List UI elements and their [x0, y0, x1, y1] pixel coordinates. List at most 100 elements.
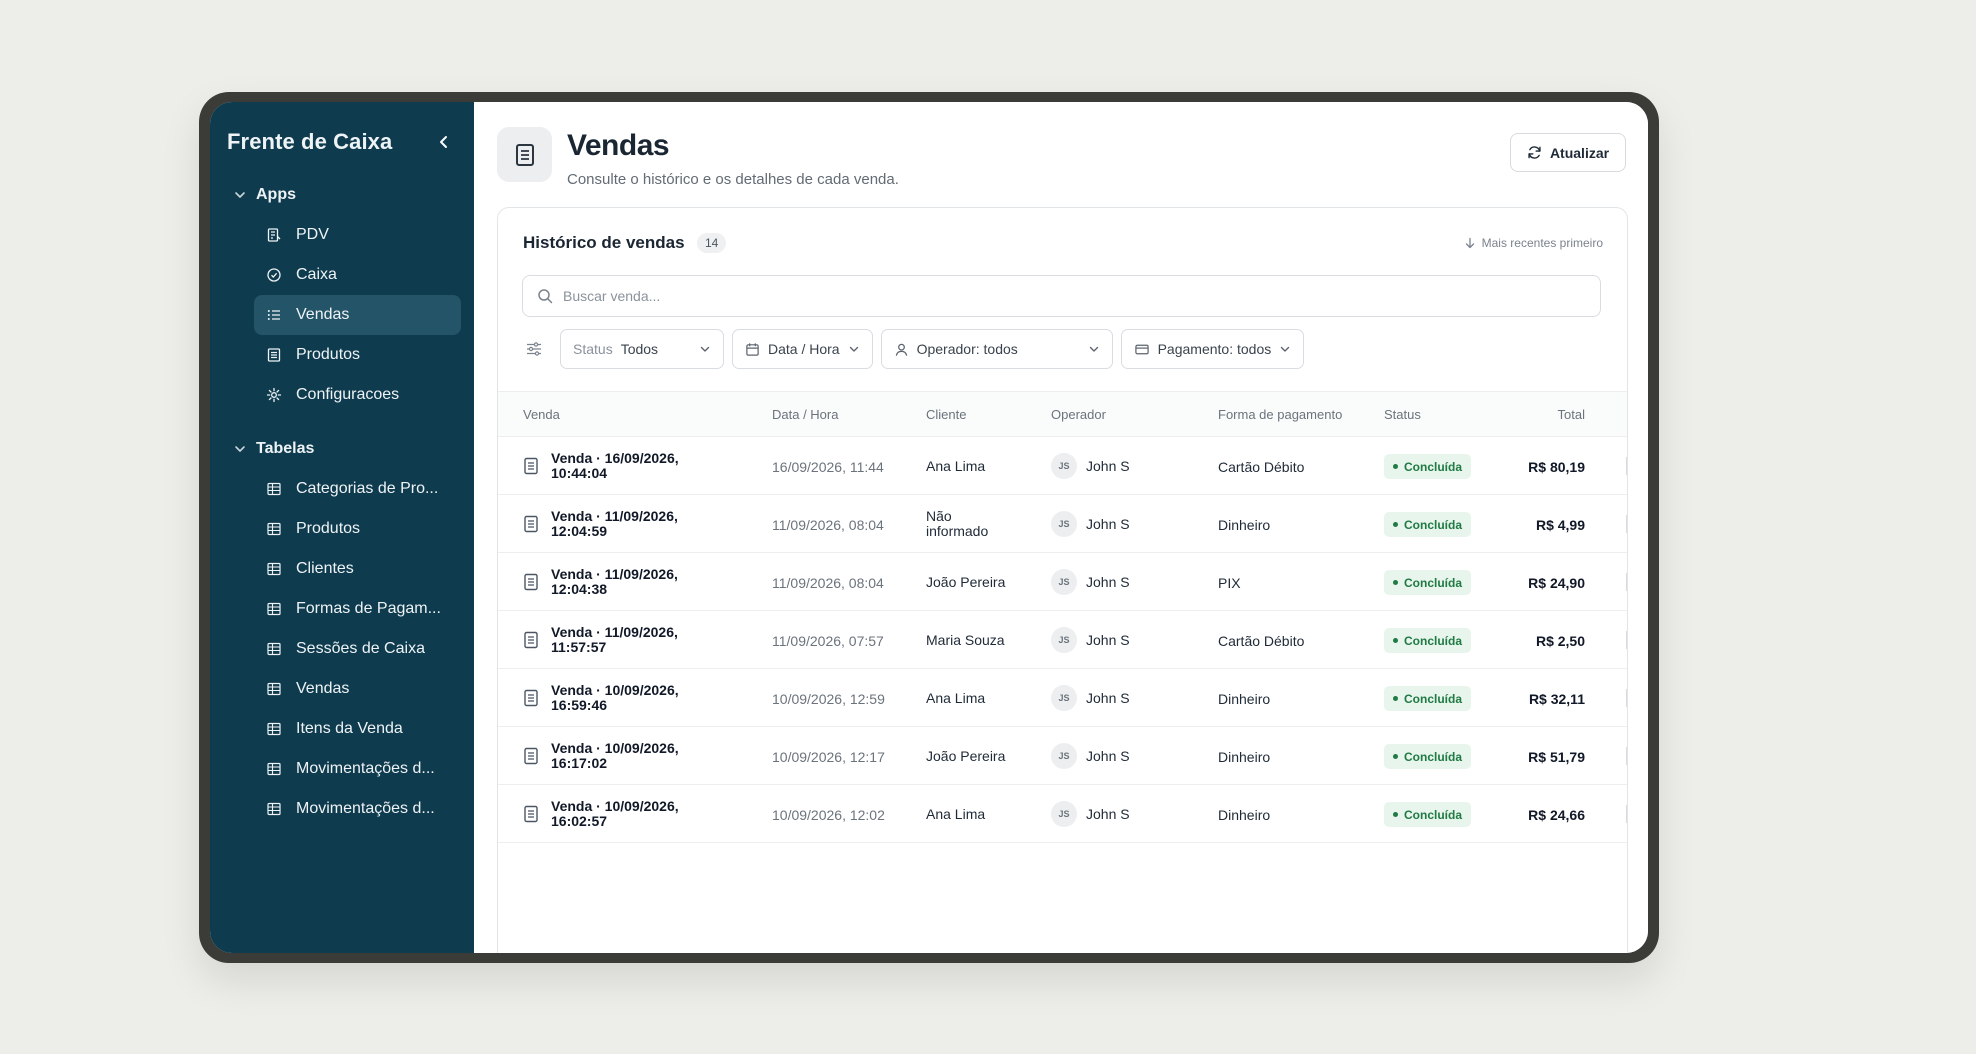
- avatar: JS: [1051, 685, 1077, 711]
- sale-operator: JS John S: [1051, 623, 1130, 657]
- table-row[interactable]: Venda · 10/09/2026, 16:02:57 10/09/2026, …: [498, 785, 1627, 843]
- status-dot: [1393, 464, 1398, 469]
- table-icon: [266, 721, 282, 737]
- date-filter-button[interactable]: Data / Hora: [732, 329, 873, 369]
- sidebar-item-label: Configuracoes: [296, 386, 400, 403]
- sidebar-item-vendas[interactable]: Vendas: [254, 295, 461, 335]
- sale-customer: Ana Lima: [926, 690, 986, 706]
- table-row[interactable]: Venda · 16/09/2026, 10:44:04 16/09/2026, …: [498, 437, 1627, 495]
- sidebar-item-pdv[interactable]: PDV: [254, 215, 461, 255]
- operator-filter-button[interactable]: Operador: todos: [880, 329, 1113, 369]
- sidebar-item-label: Clientes: [296, 560, 354, 577]
- col-total[interactable]: Total: [1558, 407, 1585, 422]
- operator-name: John S: [1086, 516, 1130, 532]
- chevron-down-icon: [235, 192, 245, 198]
- avatar: JS: [1051, 801, 1077, 827]
- sidebar-item-tabela-movimentacoes-2[interactable]: Movimentações d...: [254, 789, 461, 829]
- sale-id: Venda · 10/09/2026, 16:02:57: [551, 798, 679, 829]
- sale-total: R$ 4,99: [1535, 517, 1585, 533]
- col-status[interactable]: Status: [1384, 407, 1421, 422]
- sale-datetime: 11/09/2026, 08:04: [772, 575, 884, 591]
- sidebar-item-label: Produtos: [296, 346, 361, 363]
- table-row[interactable]: Venda · 10/09/2026, 16:59:46 10/09/2026, …: [498, 669, 1627, 727]
- sale-operator: JS John S: [1051, 449, 1130, 483]
- sale-total: R$ 80,19: [1528, 459, 1585, 475]
- table-row[interactable]: Venda · 11/09/2026, 12:04:59 11/09/2026, …: [498, 495, 1627, 553]
- sidebar-item-configuracoes[interactable]: Configuracoes: [254, 375, 461, 415]
- table-icon: [266, 481, 282, 497]
- page-subtitle: Consulte o histórico e os detalhes de ca…: [567, 171, 899, 188]
- search-box[interactable]: [522, 275, 1601, 317]
- status-badge: Concluída: [1384, 570, 1472, 595]
- sale-datetime: 11/09/2026, 07:57: [772, 633, 884, 649]
- col-operador[interactable]: Operador: [1051, 407, 1106, 422]
- table-row[interactable]: Venda · 11/09/2026, 12:04:38 11/09/2026, …: [498, 553, 1627, 611]
- col-venda[interactable]: Venda: [523, 407, 560, 422]
- section-apps-label: Apps: [256, 186, 296, 203]
- status-dot: [1393, 580, 1398, 585]
- sidebar-item-label: Movimentações d...: [296, 760, 435, 777]
- sidebar-item-tabela-sessoes-caixa[interactable]: Sessões de Caixa: [254, 629, 461, 669]
- status-filter-label: Status: [573, 341, 613, 357]
- calendar-icon: [746, 342, 759, 356]
- sale-operator: JS John S: [1051, 797, 1130, 831]
- operator-name: John S: [1086, 806, 1130, 822]
- sidebar-item-produtos[interactable]: Produtos: [254, 335, 461, 375]
- status-text: Concluída: [1404, 459, 1463, 474]
- table-row[interactable]: Venda · 11/09/2026, 11:57:57 11/09/2026, …: [498, 611, 1627, 669]
- table-icon: [266, 641, 282, 657]
- refresh-button[interactable]: Atualizar: [1510, 133, 1626, 172]
- section-tabelas-label: Tabelas: [256, 440, 315, 457]
- filters-toggle-button[interactable]: [522, 337, 546, 361]
- search-icon: [538, 289, 553, 304]
- sidebar-item-tabela-vendas[interactable]: Vendas: [254, 669, 461, 709]
- status-text: Concluída: [1404, 807, 1463, 822]
- sale-operator: JS John S: [1051, 565, 1130, 599]
- sale-payment-method: Dinheiro: [1218, 807, 1271, 823]
- table-row[interactable]: Venda · 10/09/2026, 16:17:02 10/09/2026, …: [498, 727, 1627, 785]
- tabelas-list: Categorias de Pro... Produtos Clientes Form…: [210, 469, 474, 829]
- collapse-sidebar-button[interactable]: [432, 130, 456, 154]
- col-data-hora[interactable]: Data / Hora: [772, 407, 838, 422]
- arrow-down-icon: [1465, 237, 1474, 249]
- operator-filter-label: Operador: todos: [916, 341, 1018, 357]
- status-filter-select[interactable]: Status Todos: [560, 329, 724, 369]
- sort-toggle[interactable]: Mais recentes primeiro: [1464, 236, 1603, 250]
- sidebar: Frente de Caixa Apps PDV Caixa Vendas Pr…: [210, 102, 474, 953]
- status-badge: Concluída: [1384, 686, 1472, 711]
- payment-filter-button[interactable]: Pagamento: todos: [1120, 329, 1305, 369]
- sidebar-item-caixa[interactable]: Caixa: [254, 255, 461, 295]
- sidebar-item-tabela-formas-pagamento[interactable]: Formas de Pagam...: [254, 589, 461, 629]
- sale-payment-method: PIX: [1218, 575, 1241, 591]
- section-tabelas[interactable]: Tabelas: [210, 429, 474, 469]
- sidebar-item-label: Formas de Pagam...: [296, 600, 441, 617]
- sidebar-item-tabela-clientes[interactable]: Clientes: [254, 549, 461, 589]
- gear-icon: [266, 387, 282, 403]
- sidebar-item-tabela-itens-venda[interactable]: Itens da Venda: [254, 709, 461, 749]
- status-dot: [1393, 638, 1398, 643]
- col-cliente[interactable]: Cliente: [926, 407, 966, 422]
- sidebar-item-tabela-produtos[interactable]: Produtos: [254, 509, 461, 549]
- card-title: Histórico de vendas: [523, 233, 685, 252]
- status-text: Concluída: [1404, 749, 1463, 764]
- sale-datetime: 16/09/2026, 11:44: [772, 459, 884, 475]
- sidebar-item-tabela-movimentacoes-1[interactable]: Movimentações d...: [254, 749, 461, 789]
- filter-bar: Status Todos Data / Hora Operador: todos: [522, 329, 1305, 369]
- sidebar-item-label: Produtos: [296, 520, 361, 537]
- payment-filter-label: Pagamento: todos: [1157, 341, 1272, 357]
- status-badge: Concluída: [1384, 512, 1472, 537]
- refresh-icon: [1528, 146, 1541, 159]
- section-apps[interactable]: Apps: [210, 175, 474, 215]
- sidebar-item-label: Vendas: [296, 680, 350, 697]
- search-input[interactable]: [563, 288, 1600, 304]
- table-icon: [266, 681, 282, 697]
- col-forma-pagamento[interactable]: Forma de pagamento: [1218, 407, 1342, 422]
- chevron-down-icon: [700, 346, 710, 352]
- sale-operator: JS John S: [1051, 681, 1130, 715]
- sidebar-item-label: Vendas: [296, 306, 350, 323]
- chevron-down-icon: [1281, 346, 1290, 352]
- row-overflow-edge: [1623, 747, 1627, 765]
- sidebar-item-label: Categorias de Pro...: [296, 480, 439, 497]
- sidebar-item-tabela-categorias[interactable]: Categorias de Pro...: [254, 469, 461, 509]
- sale-total: R$ 24,90: [1528, 575, 1585, 591]
